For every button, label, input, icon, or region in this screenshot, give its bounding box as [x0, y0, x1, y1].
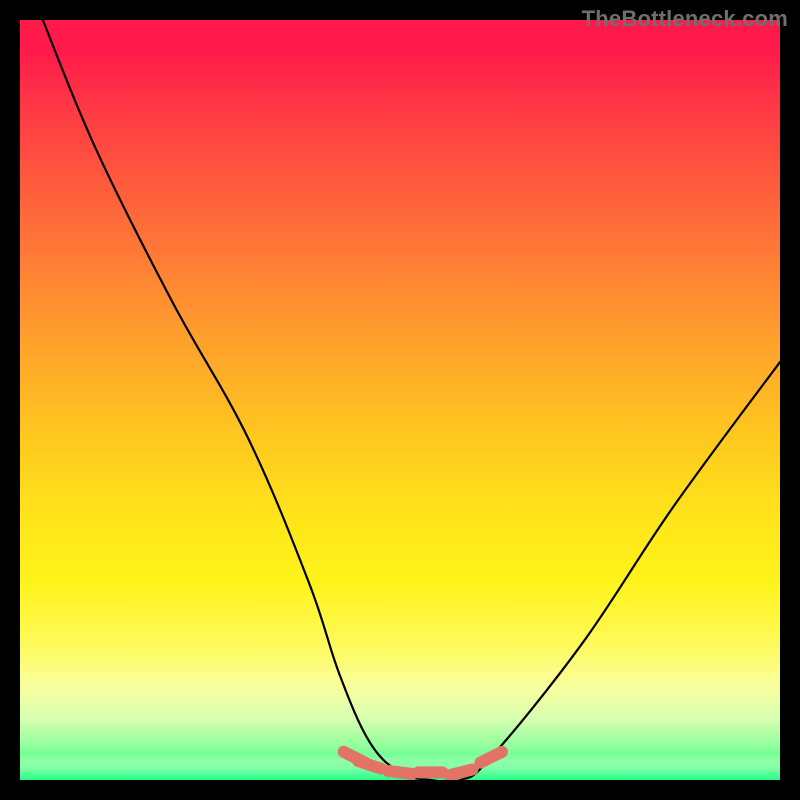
watermark-text: TheBottleneck.com [582, 6, 788, 32]
bottleneck-curve [43, 20, 780, 780]
trough-marker [449, 769, 472, 775]
chart-frame: TheBottleneck.com [0, 0, 800, 800]
curve-layer [20, 20, 780, 780]
trough-marker [388, 771, 412, 774]
trough-marker [358, 761, 381, 769]
trough-marker [480, 752, 501, 763]
plot-area [20, 20, 780, 780]
